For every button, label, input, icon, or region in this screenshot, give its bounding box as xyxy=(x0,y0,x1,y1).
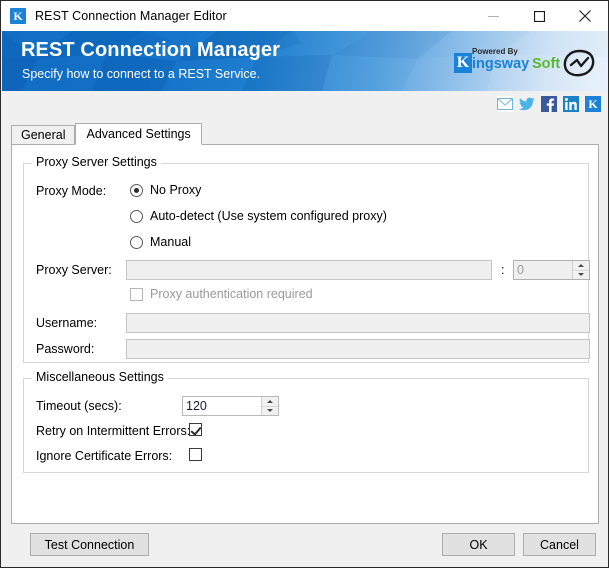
label-proxy-mode: Proxy Mode: xyxy=(36,184,107,198)
proxy-port-spin-buttons xyxy=(572,261,589,279)
radio-auto-detect[interactable] xyxy=(130,209,143,223)
test-connection-button[interactable]: Test Connection xyxy=(30,533,149,556)
proxy-auth-required-checkbox[interactable] xyxy=(130,287,143,301)
timeout-value[interactable]: 120 xyxy=(183,397,261,415)
label-ignore-certificate-errors: Ignore Certificate Errors: xyxy=(36,449,173,463)
close-button[interactable] xyxy=(562,1,608,31)
label-username: Username: xyxy=(36,316,98,330)
proxy-server-input[interactable] xyxy=(126,260,492,280)
group-border-right-segment xyxy=(154,163,588,164)
username-input[interactable] xyxy=(126,313,590,333)
group-legend-proxy: Proxy Server Settings xyxy=(32,155,161,169)
label-proxy-server: Proxy Server: xyxy=(36,263,112,277)
tab-general[interactable]: General xyxy=(11,125,76,145)
logo-soft-text: Soft xyxy=(532,56,561,72)
radio-label-auto-detect: Auto-detect (Use system configured proxy… xyxy=(150,209,387,223)
app-icon: K xyxy=(10,8,26,24)
password-input[interactable] xyxy=(126,339,590,359)
logo-kingsway-text: ingsway xyxy=(472,56,530,72)
timeout-increment-button[interactable] xyxy=(262,397,278,406)
label-timeout: Timeout (secs): xyxy=(36,399,122,413)
radio-row-no-proxy[interactable]: No Proxy xyxy=(130,183,201,197)
kingswaysoft-icon[interactable]: K xyxy=(585,96,601,112)
proxy-port-separator: : xyxy=(501,263,505,277)
window-controls xyxy=(470,1,608,31)
group-miscellaneous-settings: Miscellaneous Settings Timeout (secs): 1… xyxy=(23,370,589,473)
radio-row-manual[interactable]: Manual xyxy=(130,235,191,249)
brand-squiggle-icon xyxy=(563,49,595,77)
radio-row-auto-detect[interactable]: Auto-detect (Use system configured proxy… xyxy=(130,209,387,223)
tab-strip: General Advanced Settings xyxy=(11,123,202,145)
group-proxy-server-settings: Proxy Server Settings Proxy Mode: No Pro… xyxy=(23,155,590,363)
facebook-icon[interactable] xyxy=(541,96,557,112)
email-icon[interactable] xyxy=(497,96,513,112)
chevron-up-icon xyxy=(578,263,584,267)
proxy-auth-required-label: Proxy authentication required xyxy=(150,287,313,301)
header-banner: REST Connection Manager Specify how to c… xyxy=(2,31,608,91)
proxy-auth-required-row[interactable]: Proxy authentication required xyxy=(130,287,313,301)
kingswaysoft-logo: K Powered By ingsway Soft xyxy=(454,47,560,73)
group-border-left-segment xyxy=(24,163,32,164)
timeout-spinner[interactable]: 120 xyxy=(182,396,279,416)
radio-no-proxy[interactable] xyxy=(130,183,143,197)
ignore-certificate-errors-checkbox[interactable] xyxy=(189,448,202,461)
dialog-window: K REST Connection Manager Editor REST Co… xyxy=(0,0,609,568)
linkedin-icon[interactable] xyxy=(563,96,579,112)
logo-powered-by: Powered By xyxy=(472,47,518,56)
radio-label-manual: Manual xyxy=(150,235,191,249)
retry-on-intermittent-errors-checkbox[interactable] xyxy=(189,423,202,436)
chevron-down-icon xyxy=(267,409,273,413)
banner-title: REST Connection Manager xyxy=(21,39,280,61)
tab-advanced-settings[interactable]: Advanced Settings xyxy=(75,123,202,145)
maximize-button[interactable] xyxy=(516,1,562,31)
tab-page-advanced-settings: Proxy Server Settings Proxy Mode: No Pro… xyxy=(11,144,599,524)
title-bar: K REST Connection Manager Editor xyxy=(1,1,608,31)
proxy-port-increment-button[interactable] xyxy=(573,261,589,270)
label-password: Password: xyxy=(36,342,95,356)
label-retry-on-intermittent-errors: Retry on Intermittent Errors: xyxy=(36,424,191,438)
group-border-left-segment-misc xyxy=(24,378,32,379)
twitter-icon[interactable] xyxy=(519,96,535,112)
maximize-icon xyxy=(533,10,545,22)
chevron-up-icon xyxy=(267,399,273,403)
timeout-decrement-button[interactable] xyxy=(262,405,278,415)
proxy-port-spinner[interactable]: 0 xyxy=(513,260,590,280)
close-icon xyxy=(579,10,591,22)
radio-label-no-proxy: No Proxy xyxy=(150,183,202,197)
minimize-button[interactable] xyxy=(470,1,516,31)
radio-manual[interactable] xyxy=(130,235,143,249)
ok-button[interactable]: OK xyxy=(442,533,515,556)
banner-subtitle: Specify how to connect to a REST Service… xyxy=(22,67,261,81)
social-icon-list: K xyxy=(497,96,601,112)
proxy-port-value[interactable]: 0 xyxy=(514,261,572,279)
cancel-button[interactable]: Cancel xyxy=(523,533,596,556)
proxy-port-decrement-button[interactable] xyxy=(573,269,589,279)
chevron-down-icon xyxy=(578,273,584,277)
social-bar: K xyxy=(2,91,608,121)
group-legend-misc: Miscellaneous Settings xyxy=(32,370,168,384)
group-border-right-segment-misc xyxy=(167,378,588,379)
timeout-spin-buttons xyxy=(261,397,278,415)
window-title: REST Connection Manager Editor xyxy=(35,9,227,23)
logo-k-icon: K xyxy=(454,53,472,73)
minimize-icon xyxy=(487,15,499,17)
